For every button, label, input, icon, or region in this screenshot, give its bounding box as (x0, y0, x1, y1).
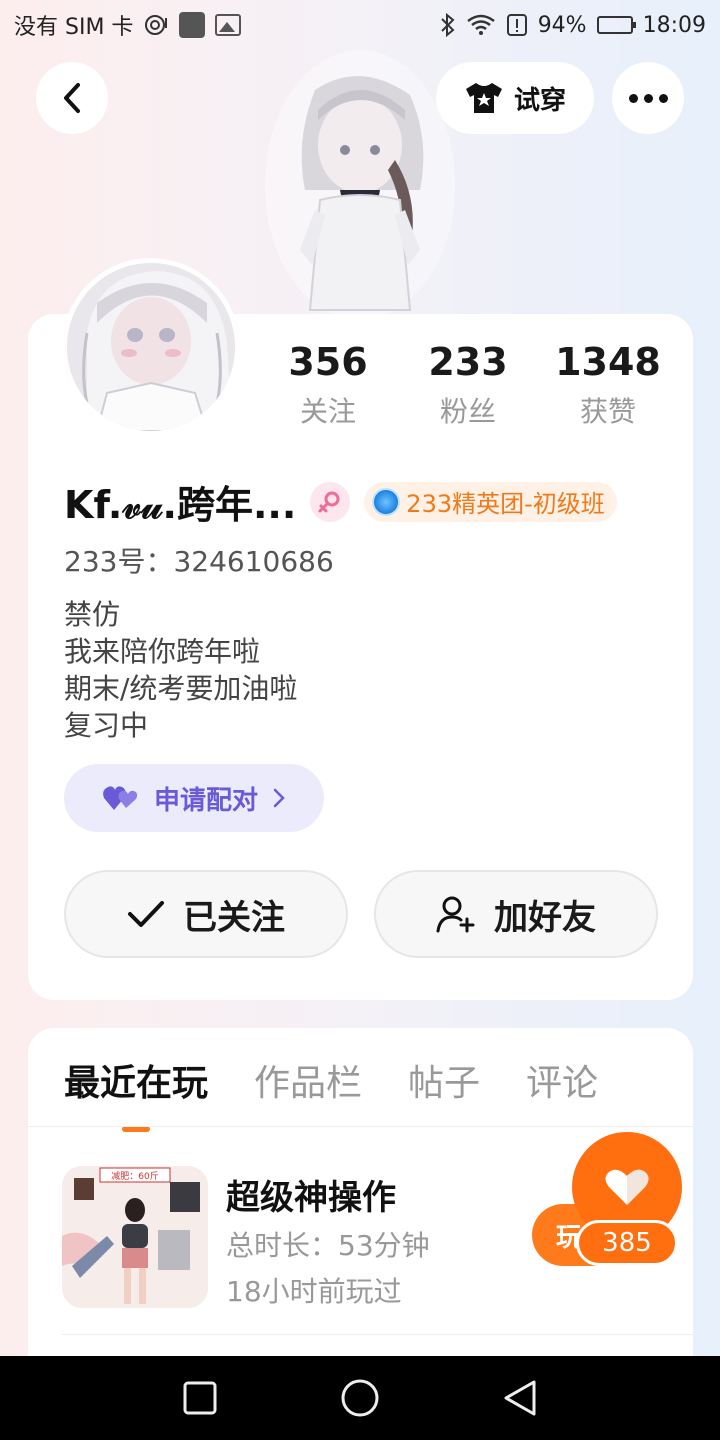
tab-comments[interactable]: 评论 (526, 1054, 598, 1106)
game-last-played: 18小时前玩过 (226, 1275, 402, 1308)
battery-percent: 94% (537, 12, 587, 38)
username: Kf.𝓋𝓊.跨年... (64, 483, 297, 527)
following-button[interactable]: 已关注 (64, 870, 348, 958)
hotspot-icon (143, 12, 169, 38)
stat-label: 粉丝 (439, 395, 496, 428)
tshirt-icon (465, 83, 502, 113)
bio-line: 复习中 (64, 709, 149, 742)
more-dot-icon (628, 93, 638, 103)
system-nav-bar (0, 1356, 720, 1440)
double-heart-icon (103, 786, 138, 810)
status-bar: 没有 SIM 卡 94% 18:09 (0, 0, 720, 50)
tab-posts[interactable]: 帖子 (408, 1054, 480, 1106)
bio: 禁仿 我来陪你跨年啦 期末/统考要加油啦 复习中 (64, 596, 297, 744)
avatar[interactable] (62, 258, 240, 436)
rank-badge[interactable]: 233精英团-初级班 (364, 481, 617, 522)
add-user-icon (436, 896, 475, 933)
bio-line: 禁仿 (64, 598, 121, 631)
check-icon (128, 901, 164, 927)
clock: 18:09 (642, 12, 706, 38)
stat-likes[interactable]: 1348 获赞 (538, 340, 678, 430)
more-dot-icon (658, 93, 668, 103)
more-options-button[interactable] (612, 62, 684, 134)
home-button[interactable] (338, 1376, 382, 1420)
like-count: 385 (576, 1220, 678, 1266)
divider (62, 1334, 693, 1335)
try-on-label: 试穿 (513, 85, 566, 116)
stat-value: 356 (288, 340, 368, 384)
add-friend-label: 加好友 (494, 897, 596, 938)
rank-medal-icon (372, 487, 401, 516)
add-friend-button[interactable]: 加好友 (374, 870, 658, 958)
more-dot-icon (643, 93, 653, 103)
stat-label: 关注 (299, 395, 356, 428)
alert-icon (506, 13, 528, 37)
stat-label: 获赞 (579, 395, 636, 428)
game-thumbnail: 减肥：60斤 (62, 1166, 208, 1308)
tab-works[interactable]: 作品栏 (254, 1054, 362, 1106)
game-thumbnail-caption: 减肥：60斤 (111, 1170, 158, 1182)
female-gender-icon (310, 481, 351, 522)
chevron-right-icon (273, 788, 285, 808)
app-notification-icon (179, 12, 206, 38)
stat-fans[interactable]: 233 粉丝 (398, 340, 538, 430)
user-id: 233号：324610686 (64, 545, 334, 578)
stat-following[interactable]: 356 关注 (258, 340, 398, 430)
wifi-icon (466, 13, 496, 37)
gallery-notification-icon (215, 14, 242, 36)
system-back-button[interactable] (498, 1376, 542, 1420)
following-label: 已关注 (183, 897, 285, 938)
stat-value: 233 (428, 340, 508, 384)
bio-line: 期末/统考要加油啦 (64, 672, 298, 705)
heart-icon (605, 1169, 649, 1205)
circle-icon (341, 1379, 379, 1417)
pair-request-label: 申请配对 (153, 785, 258, 816)
carrier-label: 没有 SIM 卡 (14, 15, 134, 40)
triangle-back-icon (504, 1380, 536, 1416)
pair-request-button[interactable]: 申请配对 (64, 764, 324, 832)
bluetooth-icon (440, 13, 456, 37)
back-button[interactable] (36, 62, 108, 134)
name-row: Kf.𝓋𝓊.跨年... 233精英团-初级班 (64, 474, 617, 529)
chevron-left-icon (64, 83, 80, 113)
tab-bar: 最近在玩 作品栏 帖子 评论 (64, 1054, 598, 1106)
stats-row: 356 关注 233 粉丝 1348 获赞 (258, 340, 678, 430)
divider (28, 1126, 693, 1127)
tab-recent-played[interactable]: 最近在玩 (64, 1054, 208, 1106)
try-on-button[interactable]: 试穿 (436, 62, 594, 134)
stat-value: 1348 (555, 340, 661, 384)
bio-line: 我来陪你跨年啦 (64, 635, 261, 668)
avatar-3d-character (260, 50, 460, 320)
game-duration: 总时长：53分钟 (226, 1229, 430, 1262)
square-icon (183, 1381, 217, 1415)
rank-label: 233精英团-初级班 (406, 490, 605, 518)
game-title: 超级神操作 (226, 1178, 396, 1218)
recent-apps-button[interactable] (178, 1376, 222, 1420)
like-float-button[interactable]: 385 (572, 1132, 684, 1268)
battery-icon (596, 16, 636, 34)
